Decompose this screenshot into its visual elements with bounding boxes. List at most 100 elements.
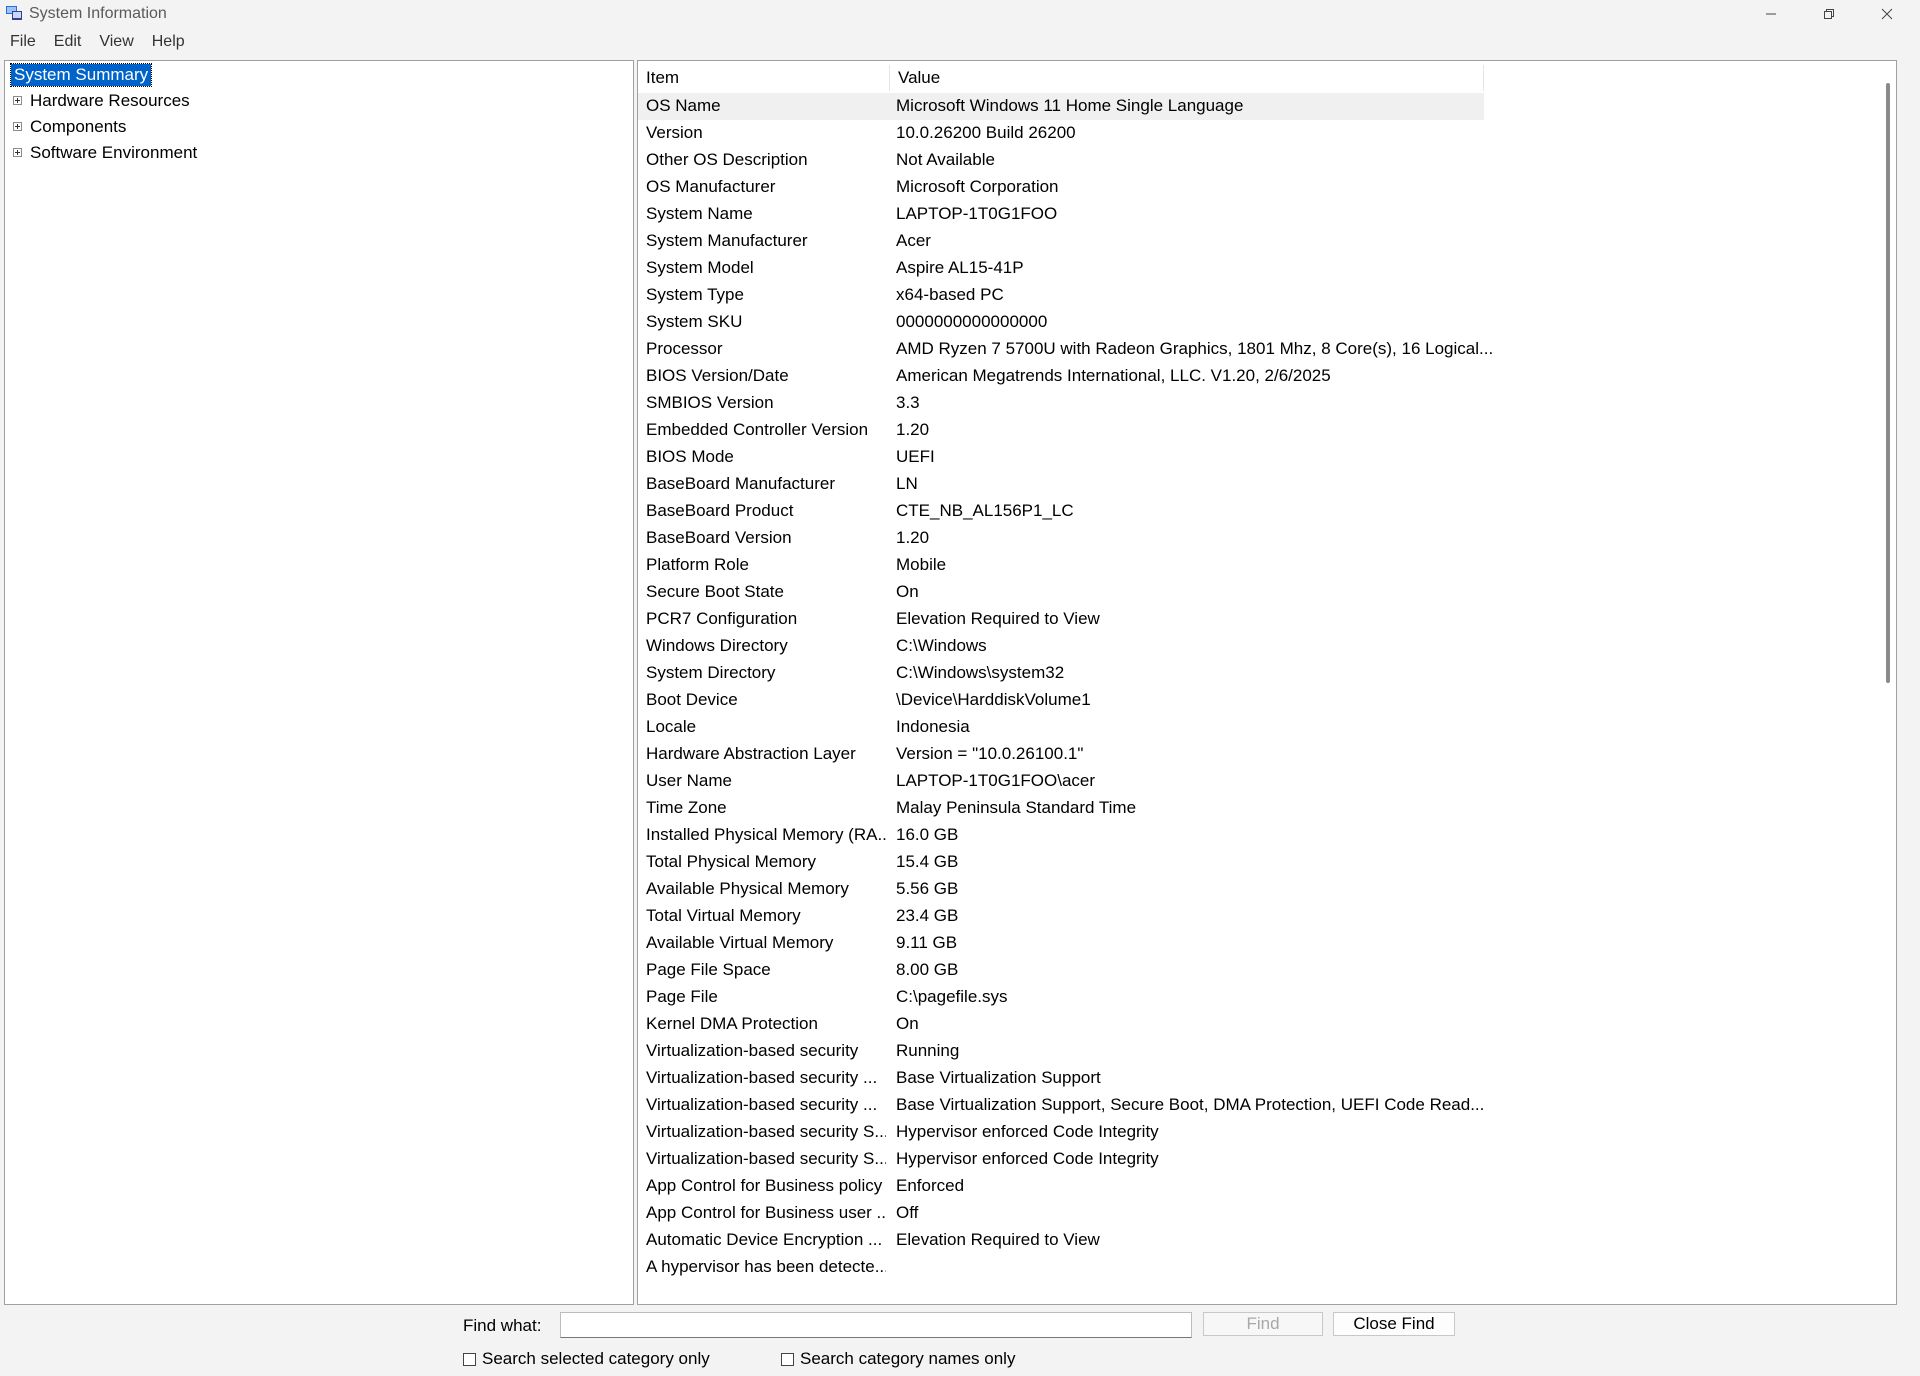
menu-edit[interactable]: Edit [45,33,91,51]
table-row[interactable]: System Manufacturer Acer [638,228,1484,255]
expand-plus-icon[interactable] [13,96,22,105]
table-row[interactable]: Kernel DMA Protection On [638,1011,1484,1038]
row-item-cell: App Control for Business user ... [646,1203,886,1222]
row-value-cell: 9.11 GB [896,933,958,952]
category-tree[interactable]: System Summary Hardware Resources Compon… [4,60,634,1305]
table-row[interactable]: Virtualization-based security Running [638,1038,1484,1065]
find-input[interactable] [560,1312,1192,1338]
row-value-cell: Hypervisor enforced Code Integrity [896,1122,1159,1141]
table-row[interactable]: Virtualization-based security ... Base Vi… [638,1065,1484,1092]
table-row[interactable]: Locale Indonesia [638,714,1484,741]
row-item-cell: Boot Device [646,690,738,709]
table-row[interactable]: Automatic Device Encryption ... Elevation… [638,1227,1484,1254]
menu-help[interactable]: Help [143,33,194,51]
table-row[interactable]: BaseBoard Version 1.20 [638,525,1484,552]
table-row[interactable]: Virtualization-based security S... Hyperv… [638,1146,1484,1173]
row-value-cell: 8.00 GB [896,960,959,979]
find-button[interactable]: Find [1203,1312,1323,1336]
table-row[interactable]: Virtualization-based security ... Base Vi… [638,1092,1484,1119]
search-category-names-label: Search category names only [800,1349,1016,1368]
details-list[interactable]: Item Value OS Name Microsoft Windows 11 H… [637,60,1897,1305]
row-value-cell: CTE_NB_AL156P1_LC [896,501,1074,520]
column-header-value[interactable]: Value [890,65,1484,91]
minimize-button[interactable] [1742,0,1800,28]
table-row[interactable]: Processor AMD Ryzen 7 5700U with Radeon G… [638,336,1493,363]
row-value-cell: x64-based PC [896,285,1004,304]
table-row[interactable]: Version 10.0.26200 Build 26200 [638,120,1484,147]
row-item-cell: Hardware Abstraction Layer [646,744,856,763]
row-item-cell: Total Physical Memory [646,852,817,871]
menu-view[interactable]: View [90,33,142,51]
search-category-names-option[interactable]: Search category names only [781,1349,1015,1369]
row-item-cell: Installed Physical Memory (RA... [646,825,886,844]
details-rows: OS Name Microsoft Windows 11 Home Single … [638,93,1493,1281]
restore-button[interactable] [1800,0,1858,28]
table-row[interactable]: System Model Aspire AL15-41P [638,255,1484,282]
table-row[interactable]: Other OS Description Not Available [638,147,1484,174]
table-row[interactable]: Virtualization-based security S... Hyperv… [638,1119,1484,1146]
row-value-cell: C:\Windows\system32 [896,663,1065,682]
table-row[interactable]: OS Manufacturer Microsoft Corporation [638,174,1484,201]
search-selected-category-checkbox[interactable] [463,1352,476,1366]
column-header-item[interactable]: Item [638,65,890,91]
table-row[interactable]: User Name LAPTOP-1T0G1FOO\acer [638,768,1484,795]
restore-icon [1824,9,1834,19]
table-row[interactable]: BIOS Mode UEFI [638,444,1484,471]
table-row[interactable]: A hypervisor has been detecte... [638,1254,1484,1281]
table-row[interactable]: App Control for Business user ... Off [638,1200,1484,1227]
row-item-cell: Automatic Device Encryption ... [646,1230,883,1249]
row-value-cell: On [896,582,919,601]
row-value-cell: Microsoft Windows 11 Home Single Languag… [896,96,1244,115]
table-row[interactable]: App Control for Business policy Enforced [638,1173,1484,1200]
table-row[interactable]: PCR7 Configuration Elevation Required to … [638,606,1484,633]
table-row[interactable]: Total Physical Memory 15.4 GB [638,849,1484,876]
table-row[interactable]: BaseBoard Manufacturer LN [638,471,1484,498]
table-row[interactable]: SMBIOS Version 3.3 [638,390,1484,417]
table-row[interactable]: Available Virtual Memory 9.11 GB [638,930,1484,957]
search-selected-category-option[interactable]: Search selected category only [463,1349,710,1369]
table-row[interactable]: Time Zone Malay Peninsula Standard Time [638,795,1484,822]
expand-plus-icon[interactable] [13,122,22,131]
table-row[interactable]: System SKU 0000000000000000 [638,309,1484,336]
row-item-cell: Version [646,123,703,142]
table-row[interactable]: System Directory C:\Windows\system32 [638,660,1484,687]
table-row[interactable]: Available Physical Memory 5.56 GB [638,876,1484,903]
row-value-cell: Off [896,1203,919,1222]
table-row[interactable]: OS Name Microsoft Windows 11 Home Single … [638,93,1484,120]
row-item-cell: BaseBoard Manufacturer [646,474,835,493]
row-value-cell: 5.56 GB [896,879,959,898]
row-value-cell: Not Available [896,150,995,169]
vertical-scrollbar[interactable] [1886,83,1890,683]
table-row[interactable]: Windows Directory C:\Windows [638,633,1484,660]
table-row[interactable]: Secure Boot State On [638,579,1484,606]
table-row[interactable]: BIOS Version/Date American Megatrends Int… [638,363,1484,390]
row-value-cell: Base Virtualization Support, Secure Boot… [896,1095,1485,1114]
table-row[interactable]: System Type x64-based PC [638,282,1484,309]
table-row[interactable]: Hardware Abstraction Layer Version = "10.… [638,741,1484,768]
table-row[interactable]: Platform Role Mobile [638,552,1484,579]
table-row[interactable]: Page File C:\pagefile.sys [638,984,1484,1011]
menu-file[interactable]: File [0,33,45,51]
expand-plus-icon[interactable] [13,148,22,157]
table-row[interactable]: System Name LAPTOP-1T0G1FOO [638,201,1484,228]
tree-item-label: System Summary [9,63,153,87]
row-value-cell: 0000000000000000 [896,312,1048,331]
row-item-cell: Kernel DMA Protection [646,1014,818,1033]
row-value-cell: LN [896,474,918,493]
row-item-cell: Time Zone [646,798,727,817]
row-value-cell: Elevation Required to View [896,609,1100,628]
table-row[interactable]: Boot Device \Device\HarddiskVolume1 [638,687,1484,714]
close-find-button[interactable]: Close Find [1333,1312,1455,1336]
table-row[interactable]: Total Virtual Memory 23.4 GB [638,903,1484,930]
table-row[interactable]: Page File Space 8.00 GB [638,957,1484,984]
row-item-cell: Other OS Description [646,150,808,169]
search-category-names-checkbox[interactable] [781,1352,794,1366]
title-bar: System Information [0,0,1920,28]
table-row[interactable]: BaseBoard Product CTE_NB_AL156P1_LC [638,498,1484,525]
close-window-button[interactable] [1858,0,1916,28]
table-row[interactable]: Embedded Controller Version 1.20 [638,417,1484,444]
menu-bar: File Edit View Help [0,30,1920,54]
table-row[interactable]: Installed Physical Memory (RA... 16.0 GB [638,822,1484,849]
row-value-cell: \Device\HarddiskVolume1 [896,690,1091,709]
row-item-cell: Virtualization-based security ... [646,1068,878,1087]
